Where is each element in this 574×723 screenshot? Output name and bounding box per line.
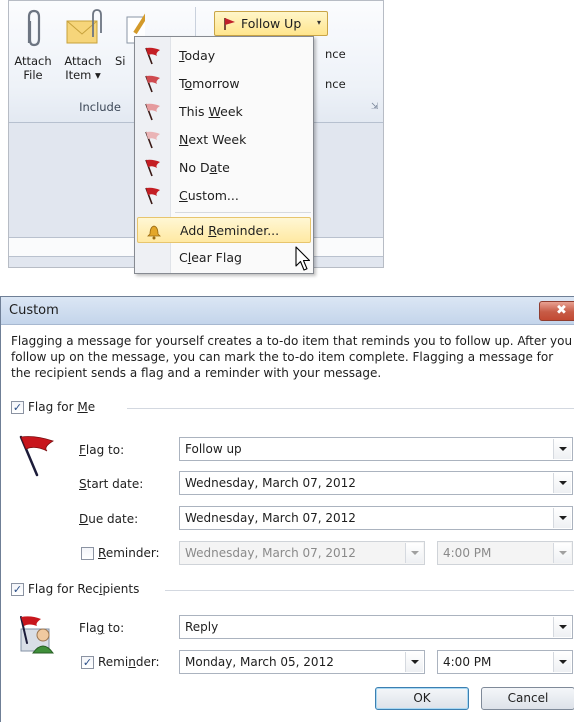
reminder-label: Reminder: (98, 546, 160, 560)
menu-item-today[interactable]: Today (137, 43, 311, 69)
chevron-down-icon[interactable] (553, 652, 571, 672)
attach-item-button[interactable]: Attach Item ▾ (57, 7, 109, 93)
dialog-titlebar: Custom ✖ (1, 297, 574, 325)
menu-item-label: This Week (179, 104, 243, 119)
menu-item-custom[interactable]: Custom... (137, 183, 311, 209)
chevron-down-icon[interactable] (553, 617, 571, 637)
menu-item-no-date[interactable]: No Date (137, 155, 311, 181)
recipients-reminder-date-select[interactable]: Monday, March 05, 2012 (179, 650, 425, 674)
start-date-select[interactable]: Wednesday, March 07, 2012 (179, 471, 573, 495)
reminder-time-select: 4:00 PM (437, 541, 573, 565)
flag-icon (145, 103, 160, 121)
flag-for-me-label: Flag for Me (28, 400, 96, 414)
mouse-cursor-icon (295, 246, 311, 271)
reminder-date-value: Wednesday, March 07, 2012 (185, 546, 356, 560)
section-divider (165, 590, 574, 591)
menu-item-label: No Date (179, 160, 230, 175)
menu-item-clear-flag[interactable]: Clear Flag (137, 245, 311, 271)
envelope-clip-icon (66, 9, 102, 44)
menu-item-label: Custom... (179, 188, 239, 203)
flag-to-select[interactable]: Follow up (179, 437, 573, 461)
recipients-reminder-date-value: Monday, March 05, 2012 (185, 655, 334, 669)
recipients-reminder-time-value: 4:00 PM (443, 655, 492, 669)
menu-separator (175, 212, 311, 213)
flag-icon (224, 18, 235, 30)
chevron-down-icon[interactable] (553, 473, 571, 493)
attach-item-line1: Attach (64, 54, 102, 68)
menu-item-this-week[interactable]: This Week (137, 99, 311, 125)
dialog-description: Flagging a message for yourself creates … (11, 334, 573, 380)
chevron-down-icon[interactable]: ▾ (317, 18, 321, 27)
chevron-down-icon[interactable] (553, 508, 571, 528)
menu-item-label: Tomorrow (179, 76, 240, 91)
ribbon-partial-label-1: nce (325, 47, 346, 61)
recipients-flag-to-label: Flag to: (79, 621, 125, 635)
flag-icon (145, 75, 160, 93)
attach-file-button[interactable]: Attach File (13, 7, 53, 93)
bell-icon (147, 225, 161, 240)
flag-for-me-icon (19, 435, 54, 477)
reminder-checkbox[interactable] (81, 547, 94, 560)
due-date-label: Due date: (79, 512, 139, 526)
paperclip-icon (27, 9, 41, 47)
flag-icon (145, 159, 160, 177)
reminder-time-value: 4:00 PM (443, 546, 492, 560)
dialog-body: Flagging a message for yourself creates … (1, 325, 574, 723)
flag-for-recipients-checkbox[interactable]: ✓ (11, 583, 24, 596)
flag-to-label: Flag to: (79, 443, 125, 457)
menu-item-next-week[interactable]: Next Week (137, 127, 311, 153)
dialog-title: Custom (9, 303, 59, 318)
flag-icon (145, 47, 160, 65)
flag-icon (145, 131, 160, 149)
due-date-select[interactable]: Wednesday, March 07, 2012 (179, 506, 573, 530)
close-button[interactable]: ✖ (539, 301, 574, 321)
follow-up-button[interactable]: Follow Up ▾ (214, 11, 328, 36)
due-date-value: Wednesday, March 07, 2012 (185, 511, 356, 525)
start-date-value: Wednesday, March 07, 2012 (185, 476, 356, 490)
cancel-button[interactable]: Cancel (481, 687, 574, 710)
chevron-down-icon (553, 543, 571, 563)
menu-item-label: Today (179, 48, 216, 63)
section-divider (127, 408, 574, 409)
attach-item-line2: Item ▾ (65, 68, 101, 82)
flag-for-recipients-label: Flag for Recipients (28, 582, 140, 596)
menu-item-label: Add Reminder... (180, 223, 280, 238)
flag-for-me-checkbox[interactable]: ✓ (11, 401, 24, 414)
menu-item-label: Clear Flag (179, 250, 242, 265)
attach-file-line1: Attach (14, 54, 52, 68)
flag-to-value: Follow up (185, 442, 242, 456)
recipients-flag-to-select[interactable]: Reply (179, 615, 573, 639)
menu-item-add-reminder[interactable]: Add Reminder... (137, 217, 311, 243)
recipients-reminder-time-select[interactable]: 4:00 PM (437, 650, 573, 674)
chevron-down-icon[interactable] (553, 439, 571, 459)
recipients-flag-to-value: Reply (185, 620, 219, 634)
follow-up-label: Follow Up (241, 16, 302, 31)
menu-item-label: Next Week (179, 132, 247, 147)
recipients-reminder-checkbox[interactable]: ✓ (81, 656, 94, 669)
custom-dialog: Custom ✖ Flagging a message for yourself… (0, 296, 574, 723)
flag-icon (145, 187, 160, 205)
ribbon-partial-label-2: nce (325, 77, 346, 91)
start-date-label: Start date: (79, 477, 144, 491)
menu-item-tomorrow[interactable]: Tomorrow (137, 71, 311, 97)
dialog-launcher-icon[interactable]: ⇲ (371, 102, 379, 112)
flag-recipients-icon (20, 616, 54, 654)
chevron-down-icon[interactable] (405, 652, 423, 672)
reminder-date-select: Wednesday, March 07, 2012 (179, 541, 425, 565)
chevron-down-icon (405, 543, 423, 563)
follow-up-menu: Today Tomorrow This Week Next Week No Date Cu… (134, 36, 314, 274)
ok-button[interactable]: OK (375, 687, 469, 710)
attach-file-line2: File (23, 68, 43, 82)
recipients-reminder-label: Reminder: (98, 655, 160, 669)
close-icon: ✖ (556, 303, 567, 318)
